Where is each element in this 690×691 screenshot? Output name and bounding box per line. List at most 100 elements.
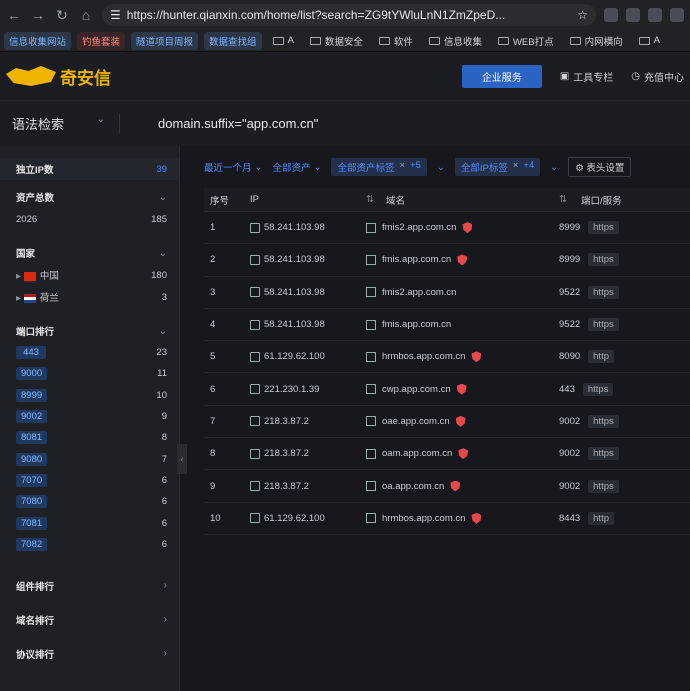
external-link-icon[interactable]: [366, 319, 376, 330]
table-row[interactable]: 1 58.241.103.98 fmis2.app.com.cn 8999 https: [204, 212, 690, 245]
extension-icon[interactable]: [626, 8, 640, 22]
header-domain[interactable]: ⇅ 域名: [366, 193, 559, 207]
table-row[interactable]: 7 218.3.87.2 oae.app.com.cn 9002 https: [204, 406, 690, 439]
table-row[interactable]: 8 218.3.87.2 oam.app.com.cn 9002 https: [204, 438, 690, 471]
close-icon[interactable]: ×: [399, 160, 405, 174]
port-rank-item[interactable]: 443 23: [0, 342, 179, 363]
table-row[interactable]: 10 61.129.62.100 hrmbos.app.com.cn 8443 http: [204, 503, 690, 535]
extension-icon[interactable]: [604, 8, 618, 22]
external-link-icon[interactable]: [366, 254, 376, 265]
external-link-icon[interactable]: [366, 222, 376, 233]
country-item[interactable]: ▸ 荷兰 3: [0, 286, 179, 308]
domain-cell[interactable]: oae.app.com.cn: [366, 415, 559, 427]
ip-cell[interactable]: 58.241.103.98: [250, 222, 366, 233]
search-input[interactable]: domain.suffix="app.com.cn": [120, 116, 318, 131]
port-rank-item[interactable]: 8081 8: [0, 427, 179, 448]
domain-cell[interactable]: hrmbos.app.com.cn: [366, 512, 559, 524]
port-rank-item[interactable]: 7081 6: [0, 512, 179, 533]
table-row[interactable]: 5 61.129.62.100 hrmbos.app.com.cn 8090 http: [204, 341, 690, 374]
table-row[interactable]: 3 58.241.103.98 fmis2.app.com.cn 9522 https: [204, 277, 690, 309]
asset-type-filter[interactable]: 全部资产 ⌄: [272, 160, 321, 175]
header-port[interactable]: ⇅ 端口/服务: [559, 193, 690, 207]
bookmark-item[interactable]: 数据安全: [305, 32, 368, 50]
port-rank-item[interactable]: 9002 9: [0, 406, 179, 427]
ip-cell[interactable]: 58.241.103.98: [250, 319, 366, 330]
domain-cell[interactable]: fmis2.app.com.cn: [366, 287, 559, 298]
copy-icon[interactable]: [250, 513, 260, 524]
port-rank-item[interactable]: 7082 6: [0, 534, 179, 555]
bookmark-item[interactable]: WEB打点: [493, 32, 559, 50]
search-mode-select[interactable]: 语法检索 ⌄: [0, 114, 120, 133]
component-rank-row[interactable]: 组件排行 ›: [0, 569, 179, 603]
extension-icon[interactable]: [670, 8, 684, 22]
sort-icon[interactable]: ⇅: [366, 194, 374, 205]
collapse-sidebar-handle[interactable]: ‹: [177, 444, 187, 474]
bookmark-item[interactable]: 信息收集网站: [4, 31, 72, 50]
ip-cell[interactable]: 61.129.62.100: [250, 513, 366, 524]
header-ip[interactable]: IP: [250, 194, 366, 205]
copy-icon[interactable]: [250, 481, 260, 492]
bookmark-star-icon[interactable]: ☆: [577, 8, 588, 22]
bookmark-item[interactable]: A: [268, 33, 299, 48]
back-icon[interactable]: ←: [6, 7, 22, 23]
extension-icon[interactable]: [648, 8, 662, 22]
ip-cell[interactable]: 218.3.87.2: [250, 481, 366, 492]
protocol-rank-row[interactable]: 协议排行 ›: [0, 637, 179, 671]
domain-cell[interactable]: fmis.app.com.cn: [366, 319, 559, 330]
port-rank-item[interactable]: 7070 6: [0, 470, 179, 491]
copy-icon[interactable]: [250, 222, 260, 233]
unique-ip-row[interactable]: 独立IP数 39: [0, 158, 179, 180]
port-rank-item[interactable]: 8999 10: [0, 385, 179, 406]
port-rank-item[interactable]: 7080 6: [0, 491, 179, 512]
country-item[interactable]: ▸ 中国 180: [0, 264, 179, 286]
ip-cell[interactable]: 58.241.103.98: [250, 254, 366, 265]
sort-icon[interactable]: ⇅: [559, 194, 567, 205]
domain-cell[interactable]: fmis.app.com.cn: [366, 254, 559, 266]
copy-icon[interactable]: [250, 254, 260, 265]
domain-cell[interactable]: hrmbos.app.com.cn: [366, 351, 559, 363]
bookmark-item[interactable]: A: [634, 33, 665, 48]
table-row[interactable]: 6 221.230.1.39 cwp.app.com.cn 443 https: [204, 373, 690, 406]
bookmark-item[interactable]: 隧道项目周报: [131, 31, 199, 50]
copy-icon[interactable]: [250, 351, 260, 362]
port-rank-header[interactable]: 端口排行 ⌄: [0, 320, 179, 342]
reload-icon[interactable]: ↻: [54, 7, 70, 23]
bookmark-item[interactable]: 内网横向: [565, 32, 628, 50]
copy-icon[interactable]: [250, 416, 260, 427]
copy-icon[interactable]: [250, 319, 260, 330]
tools-link[interactable]: ▣ 工具专栏: [560, 69, 613, 84]
bookmark-item[interactable]: 数据查找组: [204, 31, 262, 50]
table-row[interactable]: 2 58.241.103.98 fmis.app.com.cn 8999 https: [204, 244, 690, 277]
time-range-filter[interactable]: 最近一个月 ⌄: [204, 160, 262, 175]
domain-cell[interactable]: oam.app.com.cn: [366, 448, 559, 460]
ip-cell[interactable]: 221.230.1.39: [250, 384, 366, 395]
external-link-icon[interactable]: [366, 384, 376, 395]
home-icon[interactable]: ⌂: [78, 7, 94, 23]
ip-tag-filter[interactable]: 全部IP标签 × +4: [454, 158, 541, 176]
close-icon[interactable]: ×: [513, 160, 519, 174]
bookmark-item[interactable]: 软件: [374, 32, 418, 50]
forward-icon[interactable]: →: [30, 7, 46, 23]
bookmark-item[interactable]: 钓鱼套装: [77, 31, 126, 50]
copy-icon[interactable]: [250, 384, 260, 395]
country-header[interactable]: 国家 ⌄: [0, 242, 179, 264]
domain-cell[interactable]: cwp.app.com.cn: [366, 383, 559, 395]
external-link-icon[interactable]: [366, 287, 376, 298]
external-link-icon[interactable]: [366, 513, 376, 524]
external-link-icon[interactable]: [366, 351, 376, 362]
address-bar[interactable]: ☰ https://hunter.qianxin.com/home/list?s…: [102, 4, 596, 26]
chevron-down-icon[interactable]: ⌄: [437, 162, 445, 173]
recharge-link[interactable]: ◷ 充值中心: [631, 69, 684, 84]
domain-rank-row[interactable]: 域名排行 ›: [0, 603, 179, 637]
total-assets-header[interactable]: 资产总数 ⌄: [0, 186, 179, 208]
external-link-icon[interactable]: [366, 416, 376, 427]
ip-cell[interactable]: 218.3.87.2: [250, 416, 366, 427]
chevron-down-icon[interactable]: ⌄: [550, 162, 558, 173]
port-rank-item[interactable]: 9000 11: [0, 363, 179, 384]
copy-icon[interactable]: [250, 287, 260, 298]
external-link-icon[interactable]: [366, 448, 376, 459]
column-settings-button[interactable]: ⚙ 表头设置: [568, 157, 632, 177]
copy-icon[interactable]: [250, 448, 260, 459]
domain-cell[interactable]: oa.app.com.cn: [366, 480, 559, 492]
external-link-icon[interactable]: [366, 481, 376, 492]
